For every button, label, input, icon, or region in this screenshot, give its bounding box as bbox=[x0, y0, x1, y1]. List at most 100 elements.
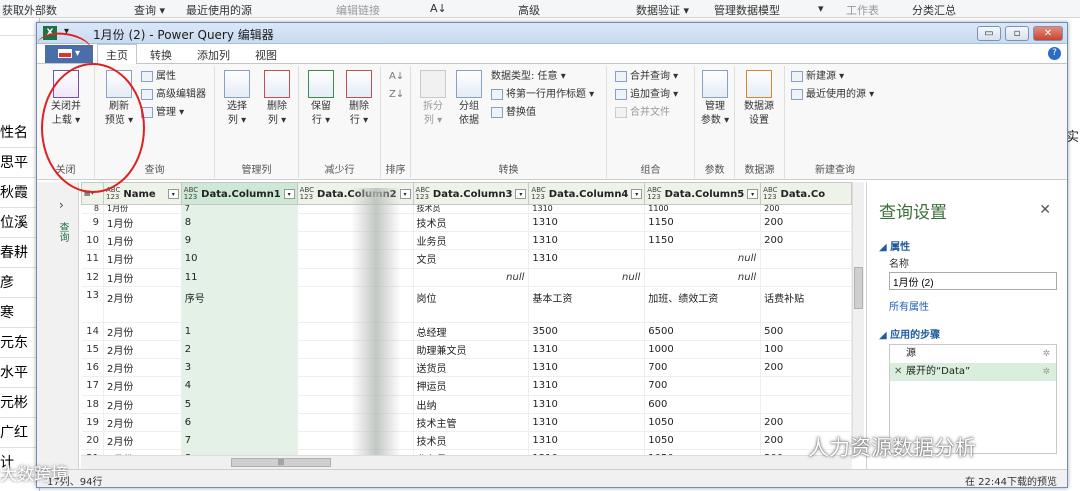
table-cell[interactable]: null bbox=[644, 268, 762, 287]
table-cell[interactable]: 送货员 bbox=[413, 358, 530, 378]
remove-rows-button[interactable]: 删除 行 ▾ bbox=[339, 70, 379, 128]
table-cell[interactable]: 基本工资 bbox=[528, 286, 646, 323]
table-cell[interactable]: 1310 bbox=[528, 231, 646, 251]
column-header-data-column2[interactable]: ABC 123 Data.Column2 ▾ bbox=[296, 182, 414, 205]
filter-dropdown-icon[interactable]: ▾ bbox=[515, 189, 527, 199]
table-cell[interactable]: 1310 bbox=[528, 213, 646, 233]
table-cell[interactable]: 1150 bbox=[644, 231, 762, 251]
column-header-data-column3[interactable]: ABC 123 Data.Column3 ▾ bbox=[412, 182, 530, 205]
excel-cell[interactable]: 秋霞 bbox=[0, 178, 40, 208]
table-row[interactable]: 16 2月份 3 送货员 1310 700 200 bbox=[81, 358, 852, 378]
table-cell[interactable]: 1月份 bbox=[103, 268, 182, 287]
horizontal-scrollbar[interactable]: ||| bbox=[81, 455, 852, 469]
table-cell[interactable]: 1月份 bbox=[103, 204, 182, 214]
table-cell[interactable]: 1310 bbox=[528, 340, 646, 360]
table-cell[interactable]: 2月份 bbox=[103, 376, 182, 396]
table-cell[interactable]: 1000 bbox=[644, 340, 762, 360]
filter-dropdown-icon[interactable]: ▾ bbox=[399, 189, 411, 199]
gear-icon[interactable]: ✲ bbox=[1042, 363, 1050, 381]
quick-access-dropdown-icon[interactable]: ▾ bbox=[64, 26, 69, 37]
table-row[interactable]: 17 2月份 4 押运员 1310 700 bbox=[81, 376, 852, 396]
table-cell[interactable]: 助理兼文员 bbox=[413, 340, 530, 360]
table-cell[interactable]: 话费补贴 bbox=[760, 286, 852, 323]
table-cell[interactable]: 加班、绩效工资 bbox=[644, 286, 762, 323]
table-cell[interactable]: null bbox=[644, 249, 762, 269]
vertical-scrollbar[interactable] bbox=[852, 182, 864, 455]
scroll-thumb[interactable] bbox=[854, 267, 863, 309]
help-icon[interactable]: ? bbox=[1048, 47, 1061, 60]
all-properties-link[interactable]: 所有属性 bbox=[889, 298, 929, 313]
table-cell[interactable]: 技术员 bbox=[413, 204, 530, 214]
table-row[interactable]: 18 2月份 5 出纳 1310 600 bbox=[81, 395, 852, 414]
table-cell[interactable] bbox=[297, 395, 414, 414]
remove-columns-button[interactable]: 删除 列 ▾ bbox=[257, 70, 297, 128]
table-cell[interactable]: 2月份 bbox=[103, 431, 182, 451]
table-cell[interactable]: 1310 bbox=[528, 395, 646, 414]
table-cell[interactable]: 序号 bbox=[181, 286, 298, 323]
filter-dropdown-icon[interactable]: ▾ bbox=[167, 189, 179, 199]
excel-cell[interactable]: 春耕 bbox=[0, 238, 40, 268]
excel-advanced[interactable]: 高级 bbox=[518, 2, 540, 18]
filter-dropdown-icon[interactable]: ▾ bbox=[631, 189, 643, 199]
data-type-dropdown[interactable]: 数据类型: 任意 ▾ bbox=[491, 68, 566, 86]
table-cell[interactable]: 1月份 bbox=[103, 249, 182, 269]
table-cell[interactable]: 3 bbox=[181, 358, 298, 378]
table-cell[interactable] bbox=[297, 204, 414, 214]
table-cell[interactable] bbox=[297, 358, 414, 378]
choose-columns-button[interactable]: 选择 列 ▾ bbox=[217, 70, 257, 128]
table-row[interactable]: 9 1月份 8 技术员 1310 1150 200 bbox=[81, 213, 852, 233]
refresh-preview-button[interactable]: 刷新 预览 ▾ bbox=[99, 70, 139, 128]
step-expanded-data[interactable]: ✕ 展开的“Data” ✲ bbox=[890, 363, 1056, 381]
sort-ascending-icon[interactable]: A↓ bbox=[389, 68, 404, 86]
close-pane-icon[interactable]: ✕ bbox=[1039, 202, 1051, 218]
table-cell[interactable]: 1 bbox=[181, 322, 298, 341]
filter-dropdown-icon[interactable]: ▾ bbox=[283, 189, 295, 199]
table-cell[interactable]: 1050 bbox=[644, 431, 762, 451]
column-header-name[interactable]: ABC 123 Name ▾ bbox=[102, 182, 182, 205]
replace-values-button[interactable]: 替换值 bbox=[491, 104, 536, 122]
table-cell[interactable]: 7 bbox=[181, 431, 298, 451]
table-cell[interactable]: 岗位 bbox=[413, 286, 530, 323]
table-cell[interactable]: 1310 bbox=[528, 249, 646, 269]
table-cell[interactable]: 200 bbox=[760, 204, 852, 214]
table-cell[interactable]: 技术员 bbox=[413, 431, 530, 451]
merge-queries-button[interactable]: 合并查询 ▾ bbox=[615, 68, 678, 86]
table-cell[interactable]: 押运员 bbox=[413, 376, 530, 396]
table-cell[interactable]: 1310 bbox=[528, 376, 646, 396]
minimize-button[interactable]: ▭ bbox=[977, 26, 1001, 41]
table-cell[interactable]: 1310 bbox=[528, 358, 646, 378]
excel-cell[interactable]: 思平 bbox=[0, 148, 40, 178]
table-row[interactable]: 11 1月份 10 文员 1310 null bbox=[81, 249, 852, 269]
query-name-input[interactable] bbox=[889, 272, 1057, 290]
excel-cell[interactable]: 位溪 bbox=[0, 208, 40, 238]
table-cell[interactable]: 600 bbox=[644, 395, 762, 414]
excel-cell[interactable]: 广红 bbox=[0, 418, 40, 448]
table-cell[interactable]: 2月份 bbox=[103, 340, 182, 360]
column-header-data-column6[interactable]: ABC 123 Data.Co bbox=[760, 182, 852, 205]
column-header-data-column1[interactable]: ABC 123 Data.Column1 ▾ bbox=[180, 182, 298, 205]
sort-descending-icon[interactable]: Z↓ bbox=[389, 86, 404, 104]
properties-button[interactable]: 属性 bbox=[141, 68, 176, 86]
keep-rows-button[interactable]: 保留 行 ▾ bbox=[301, 70, 341, 128]
table-cell[interactable] bbox=[297, 213, 414, 233]
table-cell[interactable]: 1050 bbox=[644, 413, 762, 432]
table-cell[interactable]: 4 bbox=[181, 376, 298, 396]
tab-home[interactable]: 主页 bbox=[97, 44, 137, 65]
table-cell[interactable]: 200 bbox=[760, 413, 852, 432]
queries-pane-collapsed[interactable]: › 查询 bbox=[37, 182, 79, 469]
table-cell[interactable]: null bbox=[413, 268, 530, 287]
table-cell[interactable] bbox=[297, 322, 414, 341]
table-row[interactable]: 8 1月份 7 技术员 1310 1100 200 bbox=[81, 204, 852, 214]
close-button[interactable]: ✕ bbox=[1033, 26, 1063, 41]
table-cell[interactable] bbox=[297, 376, 414, 396]
table-cell[interactable]: 2月份 bbox=[103, 286, 182, 323]
table-cell[interactable]: 1310 bbox=[528, 204, 646, 214]
table-cell[interactable] bbox=[760, 376, 852, 396]
table-cell[interactable]: 6 bbox=[181, 413, 298, 432]
table-cell[interactable]: 7 bbox=[181, 204, 298, 214]
column-header-data-column5[interactable]: ABC 123 Data.Column5 ▾ bbox=[644, 182, 762, 205]
table-cell[interactable]: 技术员 bbox=[413, 213, 530, 233]
excel-dropdown[interactable]: ▾ bbox=[818, 2, 824, 15]
table-cell[interactable] bbox=[760, 395, 852, 414]
table-cell[interactable]: 2月份 bbox=[103, 322, 182, 341]
